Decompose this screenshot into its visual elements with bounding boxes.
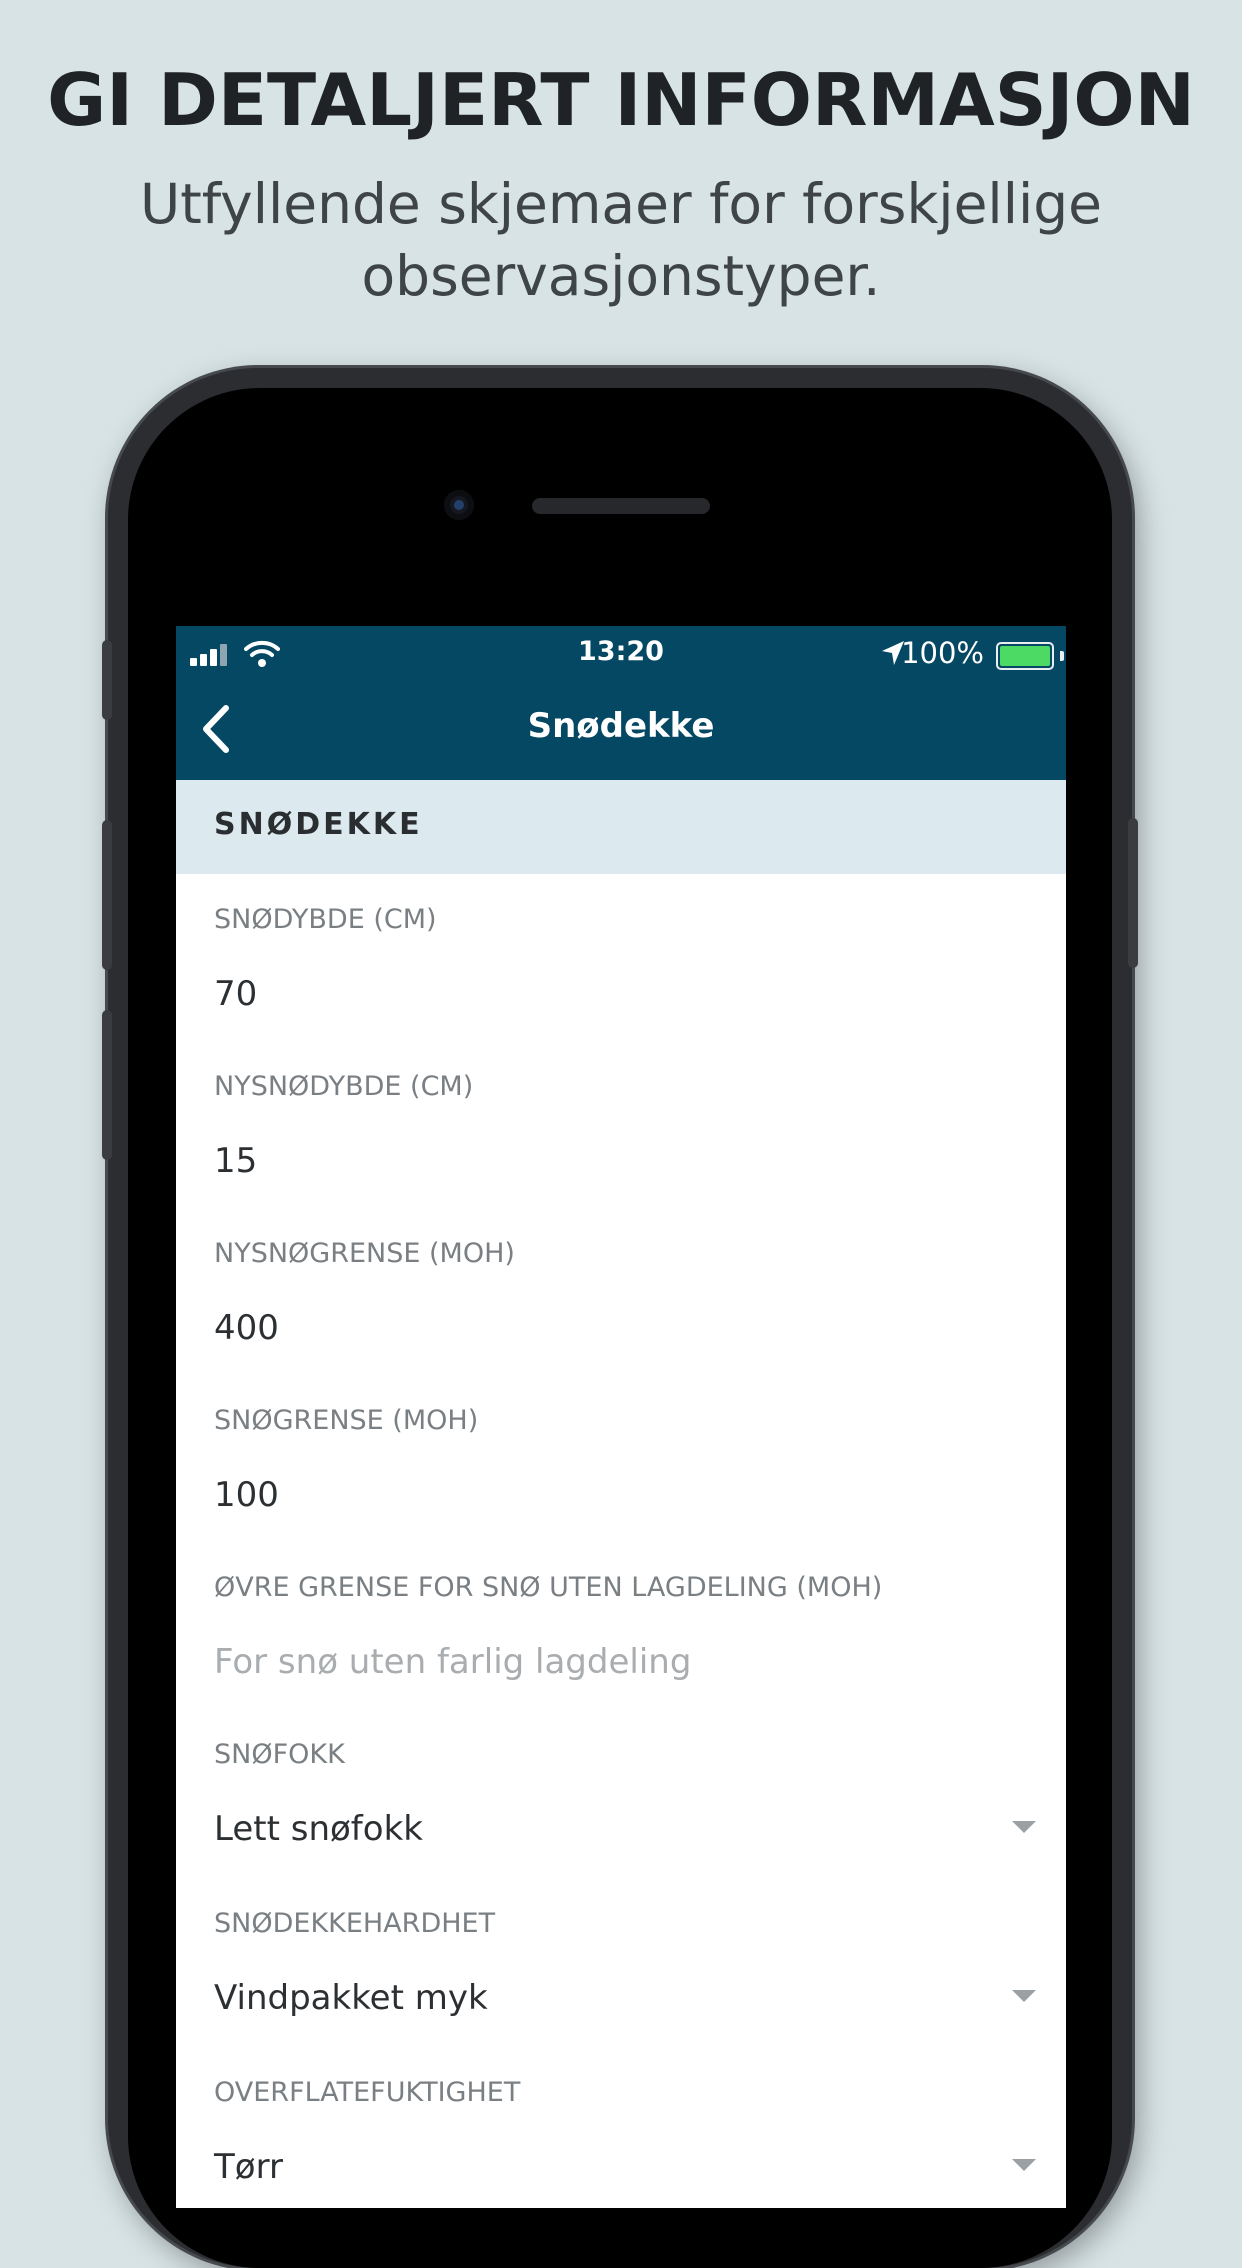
field-label: NYSNØDYBDE (CM) [214, 1071, 474, 1102]
battery-icon [996, 642, 1054, 670]
navigation-bar: 13:20 100% Snødekke [176, 626, 1066, 780]
battery-percentage: 100% [901, 636, 984, 670]
section-header: SNØDEKKE [176, 780, 1066, 874]
camera-icon [444, 490, 474, 520]
phone-power-button [1128, 818, 1138, 968]
battery-level [1000, 646, 1050, 666]
status-bar: 13:20 100% [176, 626, 1066, 682]
field-input[interactable]: 15 [214, 1141, 257, 1181]
field-label: SNØDYBDE (CM) [214, 904, 437, 935]
phone-volume-up [102, 820, 112, 970]
phone-volume-down [102, 1010, 112, 1160]
field-input-placeholder[interactable]: For snø uten farlig lagdeling [214, 1642, 691, 1682]
dropdown-caret-icon[interactable] [1012, 1821, 1036, 1833]
speaker-grille [532, 498, 710, 514]
field-label: SNØGRENSE (MOH) [214, 1405, 479, 1436]
field-label: SNØDEKKEHARDHET [214, 1908, 496, 1939]
nav-title: Snødekke [527, 706, 715, 746]
field-input[interactable]: 100 [214, 1475, 279, 1515]
phone-mute-switch [102, 640, 112, 720]
field-label: NYSNØGRENSE (MOH) [214, 1238, 515, 1269]
battery-terminal [1060, 651, 1064, 661]
dropdown-caret-icon[interactable] [1012, 1990, 1036, 2002]
field-surface-moisture[interactable]: OVERFLATEFUKTIGHET Tørr [176, 2047, 1066, 2208]
field-snow-depth[interactable]: SNØDYBDE (CM) 70 [176, 874, 1066, 1043]
field-snow-hardness[interactable]: SNØDEKKEHARDHET Vindpakket myk [176, 1878, 1066, 2049]
field-drifting-snow[interactable]: SNØFOKK Lett snøfokk [176, 1709, 1066, 1880]
field-new-snow-depth[interactable]: NYSNØDYBDE (CM) 15 [176, 1041, 1066, 1210]
dropdown-caret-icon[interactable] [1012, 2159, 1036, 2171]
field-select-value[interactable]: Lett snøfokk [214, 1809, 423, 1849]
field-snow-limit[interactable]: SNØGRENSE (MOH) 100 [176, 1375, 1066, 1544]
field-input[interactable]: 70 [214, 974, 257, 1014]
promo-subline: Utfyllende skjemaer for forskjellige obs… [139, 172, 1103, 308]
field-label: SNØFOKK [214, 1739, 345, 1770]
field-new-snow-limit[interactable]: NYSNØGRENSE (MOH) 400 [176, 1208, 1066, 1377]
field-label: OVERFLATEFUKTIGHET [214, 2077, 521, 2108]
section-title: SNØDEKKE [214, 807, 423, 842]
field-label: ØVRE GRENSE FOR SNØ UTEN LAGDELING (MOH) [214, 1572, 883, 1603]
app-screen: 13:20 100% Snødekke SNØDEKKE SNØDYBDE (C… [176, 626, 1066, 2208]
field-input[interactable]: 400 [214, 1308, 279, 1348]
promo-headline: GI DETALJERT INFORMASJON [47, 58, 1195, 142]
field-select-value[interactable]: Vindpakket myk [214, 1978, 488, 2018]
field-upper-limit-no-layering[interactable]: ØVRE GRENSE FOR SNØ UTEN LAGDELING (MOH)… [176, 1542, 1066, 1711]
field-select-value[interactable]: Tørr [214, 2147, 283, 2187]
